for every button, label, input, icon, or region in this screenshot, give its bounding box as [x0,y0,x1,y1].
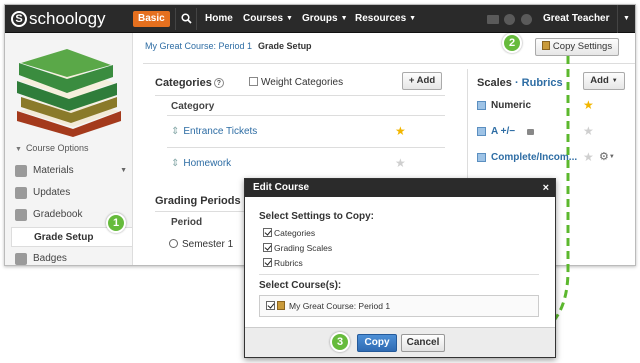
course-option-label: My Great Course: Period 1 [289,301,391,311]
setting-label: Categories [274,228,316,238]
setting-checkbox-rubrics[interactable]: Rubrics [263,257,303,269]
copy-button[interactable]: Copy [357,334,397,352]
cancel-button[interactable]: Cancel [401,334,445,352]
course-option[interactable]: My Great Course: Period 1 [266,301,390,311]
checkbox-checked-icon[interactable] [263,243,272,252]
setting-label: Rubrics [274,258,303,268]
edit-course-dialog: Edit Course × Select Settings to Copy: C… [244,178,556,358]
step-badge-3: 3 [330,332,350,352]
checkbox-checked-icon[interactable] [263,258,272,267]
checkbox-checked-icon[interactable] [263,228,272,237]
course-select-list: My Great Course: Period 1 [259,295,539,317]
dialog-header: Edit Course × [245,179,555,197]
setting-checkbox-categories[interactable]: Categories [263,227,315,239]
setting-label: Grading Scales [274,243,333,253]
checkbox-checked-icon[interactable] [266,301,275,310]
close-icon[interactable]: × [543,179,549,197]
settings-label: Select Settings to Copy: [259,211,375,222]
courses-label: Select Course(s): [259,280,342,291]
dialog-divider [259,274,539,275]
dialog-title: Edit Course [253,182,310,193]
setting-checkbox-grading-scales[interactable]: Grading Scales [263,242,332,254]
dialog-footer: Copy Cancel [245,327,555,357]
course-book-icon [277,301,285,310]
